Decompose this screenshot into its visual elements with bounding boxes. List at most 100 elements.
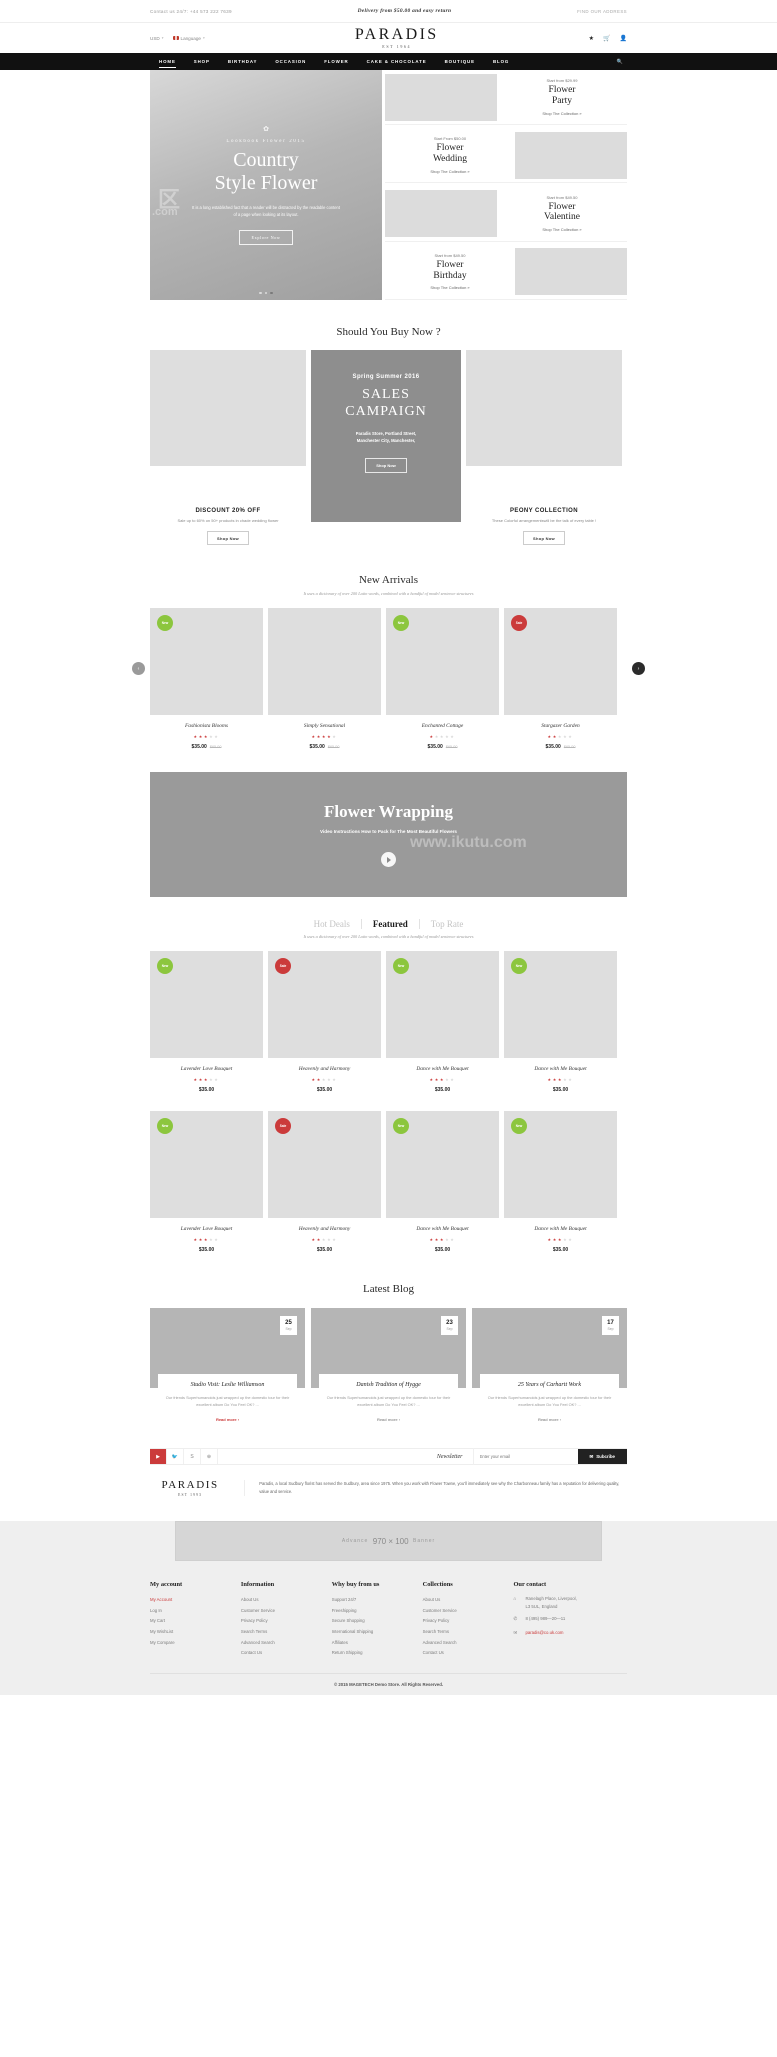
site-logo[interactable]: PARADIS EST 1964 [355, 27, 439, 49]
slider-dot-active[interactable] [270, 291, 273, 294]
carousel-prev-button[interactable]: ‹ [132, 662, 145, 675]
cart-icon[interactable]: 🛒 [603, 35, 610, 42]
read-more-link[interactable]: Read more › [377, 1417, 400, 1422]
slider-dots[interactable] [150, 291, 382, 294]
blog-title[interactable]: 25 Years of Carhartt Work [486, 1382, 613, 1388]
product-image[interactable]: New [504, 951, 617, 1058]
footer-link[interactable]: My Cart [150, 1616, 241, 1627]
slider-dot[interactable] [264, 291, 268, 294]
shop-collection-link[interactable]: Shop The Collection » [503, 111, 621, 116]
product-name[interactable]: Stargazer Garden [504, 723, 617, 729]
footer-link[interactable]: Privacy Policy [423, 1616, 514, 1627]
google-plus-icon[interactable]: ⊕ [201, 1449, 218, 1465]
product-name[interactable]: Enchanted Cottage [386, 723, 499, 729]
shop-collection-link[interactable]: Shop The Collection » [391, 169, 509, 174]
newsletter-email-input[interactable] [472, 1448, 578, 1466]
youtube-icon[interactable]: ▶ [150, 1449, 167, 1465]
play-icon[interactable] [381, 852, 396, 867]
product-name[interactable]: Heavenly and Harmony [268, 1066, 381, 1072]
nav-item-flower[interactable]: FLOWER [315, 53, 357, 70]
twitter-icon[interactable]: 🐦 [167, 1449, 184, 1465]
promo-banner[interactable]: Start from $49.50 Flower Birthday Shop Th… [385, 244, 627, 300]
footer-link[interactable]: About Us [241, 1595, 332, 1606]
footer-link[interactable]: Contact Us [423, 1648, 514, 1659]
product-image[interactable] [268, 608, 381, 715]
footer-link[interactable]: Freeshipping [332, 1606, 423, 1617]
tab-hot-deals[interactable]: Hot Deals [303, 919, 361, 929]
blog-title[interactable]: Danish Tradition of Hygge [325, 1382, 452, 1388]
footer-link[interactable]: Customer Service [423, 1606, 514, 1617]
footer-link[interactable]: Contact Us [241, 1648, 332, 1659]
product-image[interactable]: New [386, 608, 499, 715]
find-address-link[interactable]: FIND OUR ADDRESS [577, 9, 627, 14]
product-image[interactable]: New [150, 1111, 263, 1218]
read-more-link[interactable]: Read more › [216, 1417, 239, 1422]
footer-link[interactable]: Return Shipping [332, 1648, 423, 1659]
product-name[interactable]: Dance with Me Bouquet [386, 1066, 499, 1072]
promo-card-peony[interactable]: PEONY COLLECTION These Colorful arrangem… [466, 350, 622, 554]
footer-link[interactable]: Search Terms [241, 1627, 332, 1638]
skype-icon[interactable]: S [184, 1449, 201, 1465]
promo-card-discount[interactable]: DISCOUNT 20% OFF Sale up to 60% on 50+ p… [150, 350, 306, 554]
footer-link[interactable]: Customer Service [241, 1606, 332, 1617]
currency-selector[interactable]: USD ▾ [150, 36, 164, 41]
footer-link[interactable]: Affiliates [332, 1638, 423, 1649]
star-icon[interactable]: ★ [589, 35, 594, 42]
product-card[interactable]: New Dance with Me Bouquet ★★★★★ $35.00 [386, 1111, 499, 1253]
product-image[interactable]: New [504, 1111, 617, 1218]
blog-post-card[interactable]: 23 Sep Danish Tradition of Hygge Our fri… [311, 1308, 466, 1427]
product-name[interactable]: Simply Sensational [268, 723, 381, 729]
product-card[interactable]: Sale Stargazer Garden ★★★★★ $35.00 $65.00 [504, 608, 617, 750]
nav-item-blog[interactable]: BLOG [484, 53, 518, 70]
shop-collection-link[interactable]: Shop The Collection » [391, 285, 509, 290]
footer-link[interactable]: Log In [150, 1606, 241, 1617]
product-card[interactable]: New Dance with Me Bouquet ★★★★★ $35.00 [504, 1111, 617, 1253]
product-image[interactable]: Sale [268, 951, 381, 1058]
product-image[interactable]: Sale [504, 608, 617, 715]
read-more-link[interactable]: Read more › [538, 1417, 561, 1422]
product-image[interactable]: New [386, 951, 499, 1058]
footer-logo[interactable]: PARADIS EST 1993 [150, 1479, 230, 1497]
shop-now-button[interactable]: Shop Now [365, 457, 407, 473]
hero-slider[interactable]: ✿ Lookbook Flower 2015 Country Style Flo… [150, 70, 382, 300]
subscribe-button[interactable]: ✉ Subcribe [577, 1449, 627, 1465]
promo-banner[interactable]: Start from $29.99 Flower Party Shop The C… [385, 70, 627, 126]
product-name[interactable]: Dance with Me Bouquet [504, 1066, 617, 1072]
product-card[interactable]: Sale Heavenly and Harmony ★★★★★ $35.00 [268, 951, 381, 1093]
carousel-next-button[interactable]: › [632, 662, 645, 675]
contact-email[interactable]: ✉ paradis@co.uk.com [513, 1629, 627, 1637]
product-name[interactable]: Lavender Love Bouquet [150, 1226, 263, 1232]
nav-item-boutique[interactable]: BOUTIQUE [436, 53, 484, 70]
product-name[interactable]: Lavender Love Bouquet [150, 1066, 263, 1072]
tab-top-rate[interactable]: Top Rate [420, 919, 475, 929]
product-image[interactable]: New [150, 951, 263, 1058]
product-name[interactable]: Fashionista Blooms [150, 723, 263, 729]
advertisement-banner[interactable]: Advance 970 × 100 Banner [175, 1521, 602, 1562]
footer-link[interactable]: My WishList [150, 1627, 241, 1638]
nav-item-cake-chocolate[interactable]: CAKE & CHOCOLATE [358, 53, 436, 70]
product-card[interactable]: New Dance with Me Bouquet ★★★★★ $35.00 [504, 951, 617, 1093]
shop-now-button[interactable]: Shop Now [523, 531, 565, 545]
blog-post-card[interactable]: 25 Sep Studio Visit: Leslie Williamson O… [150, 1308, 305, 1427]
tab-featured[interactable]: Featured [362, 919, 419, 929]
product-card[interactable]: Sale Heavenly and Harmony ★★★★★ $35.00 [268, 1111, 381, 1253]
product-image[interactable]: New [150, 608, 263, 715]
footer-link[interactable]: Advanced Search [241, 1638, 332, 1649]
user-icon[interactable]: 👤 [620, 35, 627, 42]
footer-link[interactable]: My Account [150, 1595, 241, 1606]
product-card[interactable]: New Dance with Me Bouquet ★★★★★ $35.00 [386, 951, 499, 1093]
blog-title[interactable]: Studio Visit: Leslie Williamson [164, 1382, 291, 1388]
search-icon[interactable]: 🔍 [617, 59, 627, 65]
nav-item-birthday[interactable]: BIRTHDAY [219, 53, 266, 70]
nav-item-home[interactable]: HOME [150, 53, 185, 70]
slider-dot[interactable] [259, 291, 262, 294]
footer-link[interactable]: Privacy Policy [241, 1616, 332, 1627]
product-card[interactable]: Simply Sensational ★★★★★ $35.00 $65.00 [268, 608, 381, 750]
nav-item-shop[interactable]: SHOP [185, 53, 219, 70]
footer-link[interactable]: Search Terms [423, 1627, 514, 1638]
footer-link[interactable]: My Compare [150, 1638, 241, 1649]
footer-link[interactable]: International Shipping [332, 1627, 423, 1638]
blog-post-card[interactable]: 17 Sep 25 Years of Carhartt Work Our fri… [472, 1308, 627, 1427]
nav-item-occasion[interactable]: OCCASION [266, 53, 315, 70]
product-name[interactable]: Dance with Me Bouquet [504, 1226, 617, 1232]
